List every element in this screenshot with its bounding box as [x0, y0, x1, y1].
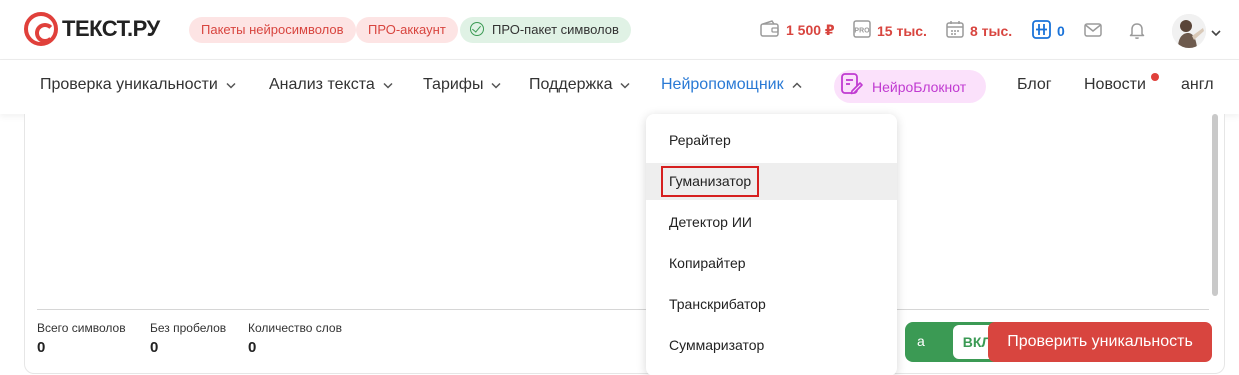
neuro-notebook-label: НейроБлокнот: [872, 78, 967, 95]
menu-item-summarizer[interactable]: Суммаризатор: [646, 327, 897, 364]
nav-item-label: Анализ текста: [269, 76, 375, 93]
nav-item-label: Тарифы: [423, 76, 484, 93]
logo[interactable]: ТЕКСТ.РУ: [24, 12, 160, 46]
toggle-label-fragment: а: [917, 333, 925, 349]
pro-account-pill[interactable]: ПРО-аккаунт: [356, 17, 458, 43]
counter-label: Количество слов: [248, 321, 342, 335]
grid-counter-value: 0: [1057, 23, 1065, 39]
menu-item-label: Гуманизатор: [661, 166, 760, 197]
word-count-counter: Количество слов 0: [248, 321, 342, 356]
menu-item-copywriter[interactable]: Копирайтер: [646, 245, 897, 282]
wallet-icon: [760, 20, 780, 41]
neuro-assistant-dropdown: Рерайтер Гуманизатор Детектор ИИ Копирай…: [646, 114, 897, 375]
grid-stat[interactable]: 0: [1032, 20, 1065, 42]
bell-icon[interactable]: [1127, 20, 1149, 42]
nav-item-language[interactable]: англ: [1181, 76, 1214, 94]
nav-item-blog[interactable]: Блог: [1017, 76, 1052, 94]
nav-item-label: Поддержка: [529, 76, 613, 93]
check-uniqueness-button[interactable]: Проверить уникальность: [988, 322, 1212, 362]
total-chars-counter: Всего символов 0: [37, 321, 126, 356]
divider: [37, 309, 1209, 310]
nav-item-neuro-assistant[interactable]: Нейропомощник: [661, 76, 802, 94]
pro-icon: PRO: [853, 20, 871, 41]
days-stat[interactable]: 8 тыс.: [946, 20, 1012, 41]
calendar-icon: [946, 20, 964, 41]
nav-item-news[interactable]: Новости: [1084, 76, 1146, 94]
chevron-down-icon: [620, 76, 630, 94]
counter-label: Без пробелов: [150, 321, 227, 335]
neuro-notebook-button[interactable]: НейроБлокнот: [834, 70, 986, 103]
chevron-down-icon: [491, 76, 501, 94]
chevron-down-icon: [383, 76, 393, 94]
menu-item-transcriber[interactable]: Транскрибатор: [646, 286, 897, 323]
text-editor-panel: Всего символов 0 Без пробелов 0 Количест…: [24, 114, 1225, 374]
pro-package-label: ПРО-пакет символов: [492, 22, 619, 37]
days-value: 8 тыс.: [970, 22, 1013, 39]
counter-value: 0: [37, 339, 46, 356]
counter-value: 0: [248, 339, 257, 356]
svg-text:PRO: PRO: [854, 28, 870, 35]
chevron-down-icon: [226, 76, 236, 94]
chevron-down-icon[interactable]: [1211, 24, 1221, 42]
logo-text: ТЕКСТ.РУ: [62, 16, 160, 41]
main-nav: Проверка уникальности Анализ текста Тари…: [0, 60, 1239, 114]
nav-item-label: Проверка уникальности: [40, 76, 218, 93]
chevron-up-icon: [792, 76, 802, 94]
pro-package-pill[interactable]: ПРО-пакет символов: [460, 17, 631, 43]
mail-icon[interactable]: [1083, 20, 1105, 42]
avatar[interactable]: [1172, 14, 1206, 48]
grid-icon: [1032, 20, 1051, 42]
nav-item-uniqueness[interactable]: Проверка уникальности: [40, 76, 236, 94]
nav-item-label: Нейропомощник: [661, 76, 784, 93]
nav-item-text-analysis[interactable]: Анализ текста: [269, 76, 393, 94]
nav-item-tariffs[interactable]: Тарифы: [423, 76, 501, 94]
notebook-icon: [838, 71, 864, 102]
menu-item-humanizer[interactable]: Гуманизатор: [646, 163, 897, 200]
pro-chars-stat[interactable]: PRO 15 тыс.: [853, 20, 927, 41]
menu-item-ai-detector[interactable]: Детектор ИИ: [646, 204, 897, 241]
balance-value: 1 500 ₽: [786, 22, 835, 38]
nav-item-support[interactable]: Поддержка: [529, 76, 630, 94]
news-notification-dot: [1151, 73, 1159, 81]
pro-chars-value: 15 тыс.: [877, 22, 927, 39]
counter-value: 0: [150, 339, 159, 356]
check-circle-icon: [470, 22, 484, 36]
scrollbar[interactable]: [1212, 114, 1218, 296]
counter-label: Всего символов: [37, 321, 126, 335]
no-spaces-counter: Без пробелов 0: [150, 321, 226, 356]
menu-item-rewriter[interactable]: Рерайтер: [646, 122, 897, 159]
logo-mark-icon: [24, 12, 58, 46]
top-bar: ТЕКСТ.РУ Пакеты нейросимволов ПРО-аккаун…: [0, 0, 1239, 60]
balance-stat[interactable]: 1 500 ₽: [760, 20, 835, 41]
neurosymbols-packages-pill[interactable]: Пакеты нейросимволов: [189, 17, 356, 43]
